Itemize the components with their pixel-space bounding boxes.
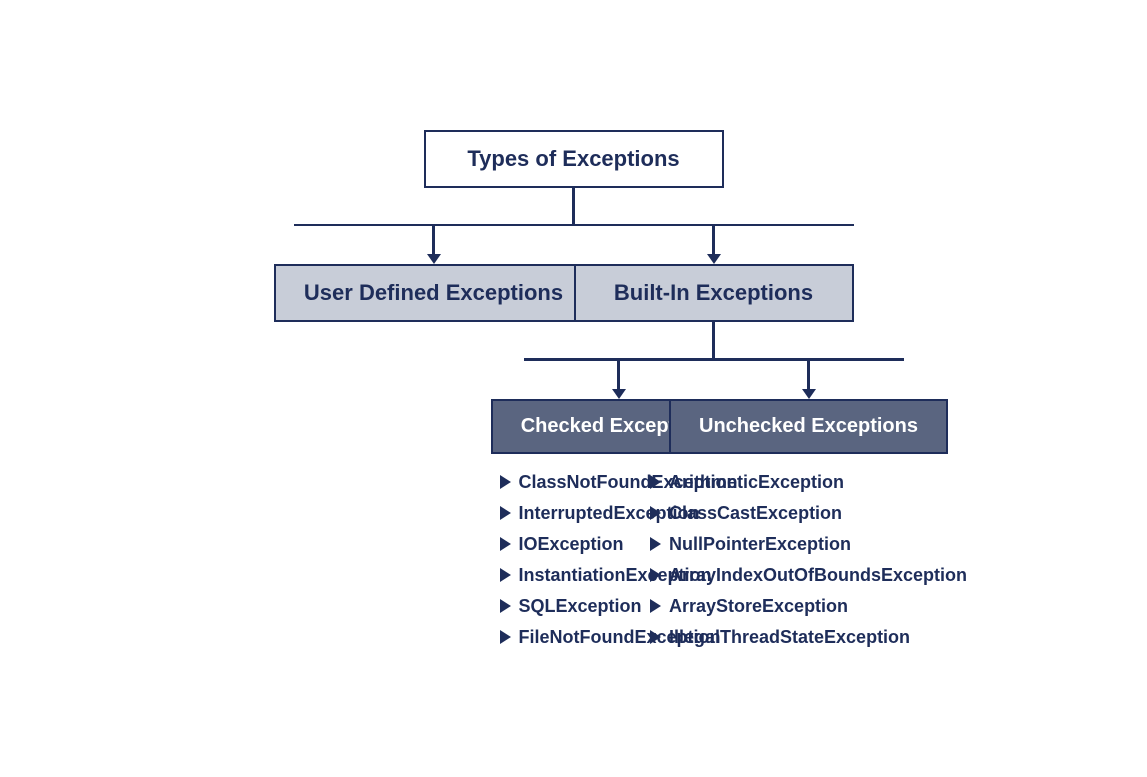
list-item-text: NullPointerException <box>669 534 851 555</box>
unchecked-branch: Unchecked Exceptions ArithmeticException… <box>714 361 904 648</box>
user-defined-label: User Defined Exceptions <box>304 280 563 306</box>
list-item-text: ArrayStoreException <box>669 596 848 617</box>
list-item: ArrayStoreException <box>650 596 967 617</box>
builtin-arrow <box>707 254 721 264</box>
arrow-right-icon <box>650 568 661 582</box>
list-item: ArrayIndexOutOfBoundsException <box>650 565 967 586</box>
list-item-text: IllegalThreadStateException <box>669 627 910 648</box>
arrow-right-icon <box>650 599 661 613</box>
arrow-right-icon <box>500 568 511 582</box>
arrow-right-icon <box>500 599 511 613</box>
builtin-label: Built-In Exceptions <box>614 280 813 306</box>
arrow-right-icon <box>500 475 511 489</box>
arrow-right-icon <box>650 506 661 520</box>
list-item: IllegalThreadStateException <box>650 627 967 648</box>
list-item: ClassCastException <box>650 503 967 524</box>
root-level: Types of Exceptions User Defined Excepti… <box>294 130 854 648</box>
arrow-right-icon <box>650 537 661 551</box>
builtin-v1 <box>712 226 715 254</box>
builtin-box: Built-In Exceptions <box>574 264 854 322</box>
top-cols: User Defined Exceptions Built-In Excepti… <box>294 226 854 648</box>
user-arrow <box>427 254 441 264</box>
user-v1 <box>432 226 435 254</box>
arrow-right-icon <box>650 630 661 644</box>
unchecked-list: ArithmeticException ClassCastException Nul… <box>650 472 967 648</box>
unchecked-label: Unchecked Exceptions <box>699 415 918 438</box>
arrow-right-icon <box>500 630 511 644</box>
list-item-text: ClassCastException <box>669 503 842 524</box>
checked-v1 <box>617 361 620 389</box>
arrow-right-icon <box>500 506 511 520</box>
unchecked-arrow <box>802 389 816 399</box>
root-v-connector <box>572 188 575 224</box>
list-item-text: SQLException <box>519 596 642 617</box>
list-item-text: IOException <box>519 534 624 555</box>
root-label: Types of Exceptions <box>467 146 679 172</box>
arrow-right-icon <box>500 537 511 551</box>
unchecked-v1 <box>807 361 810 389</box>
builtin-cols: Checked Exceptions ClassNotFoundExceptio… <box>524 361 904 648</box>
list-item: ArithmeticException <box>650 472 967 493</box>
root-box: Types of Exceptions <box>424 130 724 188</box>
builtin-branch: Built-In Exceptions Checked Exceptions <box>574 226 854 648</box>
diagram: Types of Exceptions User Defined Excepti… <box>24 130 1124 648</box>
checked-arrow <box>612 389 626 399</box>
list-item-text: ArrayIndexOutOfBoundsException <box>669 565 967 586</box>
user-defined-box: User Defined Exceptions <box>274 264 593 322</box>
list-item: NullPointerException <box>650 534 967 555</box>
arrow-right-icon <box>650 475 661 489</box>
list-item-text: ArithmeticException <box>669 472 844 493</box>
builtin-v2 <box>712 322 715 358</box>
unchecked-box: Unchecked Exceptions <box>669 399 948 454</box>
